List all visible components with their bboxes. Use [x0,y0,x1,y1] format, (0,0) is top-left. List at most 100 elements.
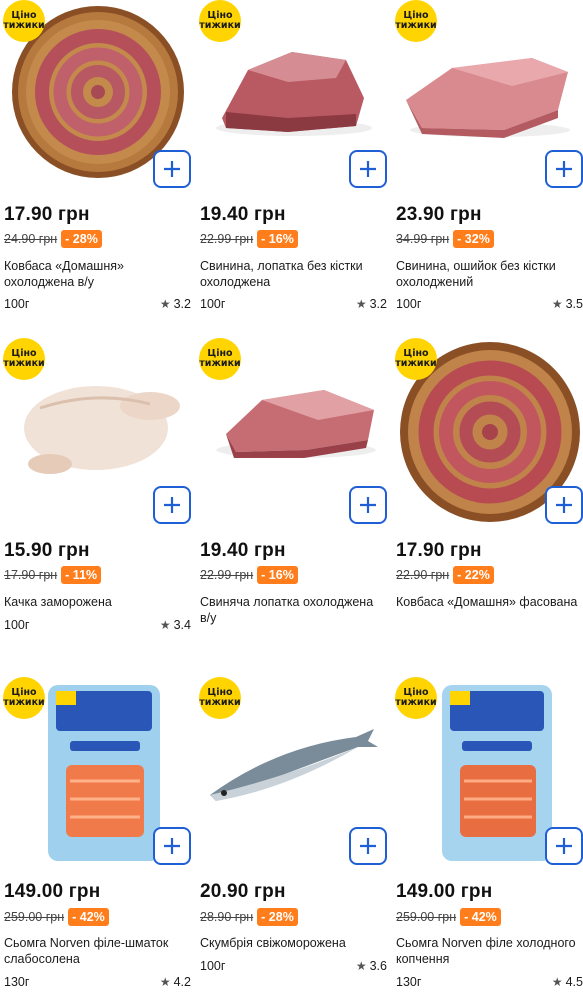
old-price: 22.90 грн [396,568,450,582]
old-price-row: 24.90 грн - 28% [4,230,102,248]
product-name[interactable]: Свинина, ошийок без кістки охолоджений [396,258,582,290]
old-price-row: 22.90 грн - 22% [396,566,494,584]
old-price: 17.90 грн [4,568,58,582]
product-rating: ★ 4.5 [551,975,583,989]
price-promo-badge: Ціно тижики [199,0,241,42]
product-card[interactable]: Ціно тижики 17.90 грн 24.90 грн - 28% Ков… [0,0,194,325]
add-to-cart-button[interactable] [545,827,583,865]
product-weight: 130г [396,975,422,989]
product-rating: ★ 3.2 [159,297,191,311]
product-price: 20.90 грн [200,881,286,902]
old-price-row: 34.99 грн - 32% [396,230,494,248]
product-grid: Ціно тижики 17.90 грн 24.90 грн - 28% Ков… [0,0,583,1000]
product-rating: ★ 4.2 [159,975,191,989]
old-price: 22.99 грн [200,568,254,582]
product-name[interactable]: Сьомга Norven філе-шматок слабосолена [4,935,190,967]
product-name[interactable]: Ковбаса «Домашня» фасована [396,594,582,610]
star-icon: ★ [355,959,367,973]
product-price: 149.00 грн [4,881,101,902]
plus-icon [360,497,376,513]
price-promo-badge: Ціно тижики [395,0,437,42]
discount-badge: - 32% [453,230,494,248]
old-price-row: 259.00 грн - 42% [396,908,501,926]
plus-icon [164,838,180,854]
product-rating: ★ 3.6 [355,959,387,973]
old-price-row: 259.00 грн - 42% [4,908,109,926]
product-card[interactable]: Ціно тижики 149.00 грн 259.00 грн - 42% С… [0,677,194,1000]
price-promo-badge: Ціно тижики [3,338,45,380]
plus-icon [360,161,376,177]
product-price: 17.90 грн [4,204,90,225]
discount-badge: - 42% [460,908,501,926]
product-name[interactable]: Сьомга Norven філе холодного копчення [396,935,582,967]
star-icon: ★ [355,297,367,311]
product-name[interactable]: Качка заморожена [4,594,190,610]
product-price: 23.90 грн [396,204,482,225]
product-card[interactable]: Ціно тижики 19.40 грн 22.99 грн - 16% Сви… [196,338,390,638]
plus-icon [556,838,572,854]
product-card[interactable]: Ціно тижики 15.90 грн 17.90 грн - 11% Кач… [0,338,194,638]
old-price: 259.00 грн [4,910,65,924]
discount-badge: - 16% [257,566,298,584]
discount-badge: - 28% [257,908,298,926]
add-to-cart-button[interactable] [153,827,191,865]
product-price: 149.00 грн [396,881,493,902]
star-icon: ★ [551,297,563,311]
add-to-cart-button[interactable] [153,150,191,188]
star-icon: ★ [159,297,171,311]
product-card[interactable]: Ціно тижики 23.90 грн 34.99 грн - 32% Сви… [392,0,583,325]
star-icon: ★ [159,618,171,632]
old-price: 259.00 грн [396,910,457,924]
product-weight: 100г [200,959,226,973]
discount-badge: - 28% [61,230,102,248]
old-price: 28.90 грн [200,910,254,924]
discount-badge: - 22% [453,566,494,584]
add-to-cart-button[interactable] [349,486,387,524]
add-to-cart-button[interactable] [545,486,583,524]
product-weight: 100г [4,297,30,311]
product-card[interactable]: Ціно тижики 149.00 грн 259.00 грн - 42% С… [392,677,583,1000]
product-name[interactable]: Свинина, лопатка без кістки охолоджена [200,258,386,290]
product-price: 19.40 грн [200,540,286,561]
plus-icon [360,838,376,854]
product-name[interactable]: Ковбаса «Домашня» охолоджена в/у [4,258,190,290]
plus-icon [164,497,180,513]
product-name[interactable]: Свиняча лопатка охолоджена в/у [200,594,386,626]
discount-badge: - 11% [61,566,102,584]
price-promo-badge: Ціно тижики [3,0,45,42]
old-price: 22.99 грн [200,232,254,246]
price-promo-badge: Ціно тижики [199,677,241,719]
product-weight: 100г [4,618,30,632]
discount-badge: - 42% [68,908,109,926]
old-price: 24.90 грн [4,232,58,246]
plus-icon [164,161,180,177]
old-price-row: 22.99 грн - 16% [200,230,298,248]
price-promo-badge: Ціно тижики [395,338,437,380]
price-promo-badge: Ціно тижики [199,338,241,380]
product-weight: 100г [200,297,226,311]
discount-badge: - 16% [257,230,298,248]
star-icon: ★ [159,975,171,989]
old-price-row: 22.99 грн - 16% [200,566,298,584]
add-to-cart-button[interactable] [153,486,191,524]
product-card[interactable]: Ціно тижики 17.90 грн 22.90 грн - 22% Ков… [392,338,583,638]
add-to-cart-button[interactable] [349,150,387,188]
old-price: 34.99 грн [396,232,450,246]
add-to-cart-button[interactable] [349,827,387,865]
price-promo-badge: Ціно тижики [3,677,45,719]
product-price: 19.40 грн [200,204,286,225]
product-weight: 100г [396,297,422,311]
product-card[interactable]: Ціно тижики 20.90 грн 28.90 грн - 28% Ску… [196,677,390,1000]
star-icon: ★ [551,975,563,989]
price-promo-badge: Ціно тижики [395,677,437,719]
product-name[interactable]: Скумбрія свіжоморожена [200,935,386,951]
product-rating: ★ 3.2 [355,297,387,311]
product-rating: ★ 3.4 [159,618,191,632]
add-to-cart-button[interactable] [545,150,583,188]
old-price-row: 28.90 грн - 28% [200,908,298,926]
product-price: 15.90 грн [4,540,90,561]
old-price-row: 17.90 грн - 11% [4,566,102,584]
product-price: 17.90 грн [396,540,482,561]
plus-icon [556,497,572,513]
product-card[interactable]: Ціно тижики 19.40 грн 22.99 грн - 16% Сви… [196,0,390,325]
